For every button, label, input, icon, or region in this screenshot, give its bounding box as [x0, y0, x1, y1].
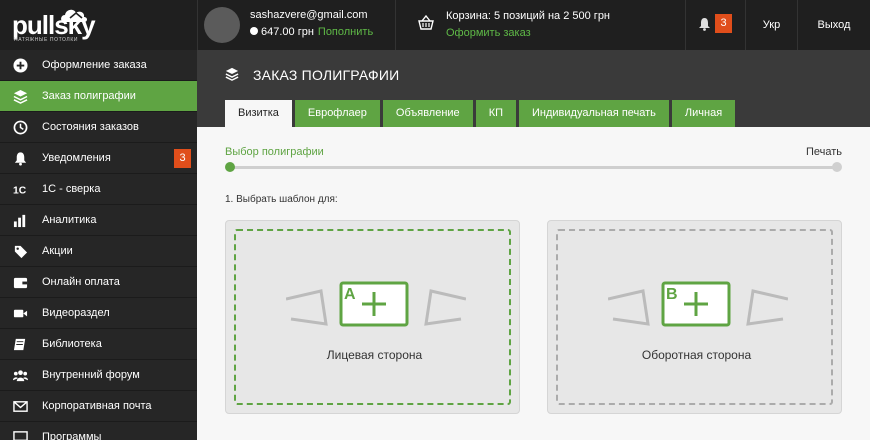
- tab-kp[interactable]: КП: [475, 100, 517, 127]
- sidebar-item-1c[interactable]: 1C 1С - сверка: [0, 174, 197, 205]
- main-area: ЗАКАЗ ПОЛИГРАФИИ Визитка Еврофлаер Объяв…: [197, 50, 870, 440]
- plus-circle-icon: [13, 58, 28, 73]
- front-side-card[interactable]: A Лицевая сторона: [225, 220, 520, 414]
- add-template-back-icon: B: [608, 281, 788, 327]
- top-bar: pullsky НАТЯЖНЫЕ ПОТОЛКИ sashazvere@gmai…: [0, 0, 870, 50]
- tab-euroflyer[interactable]: Еврофлаер: [294, 100, 380, 127]
- front-letter: A: [344, 286, 356, 303]
- notifications-button[interactable]: 3: [686, 0, 746, 50]
- notification-count-badge: 3: [715, 14, 732, 33]
- logout-button[interactable]: Выход: [798, 0, 870, 50]
- back-drop-zone[interactable]: B Оборотная сторона: [556, 229, 833, 405]
- progress-track: [229, 166, 838, 169]
- avatar[interactable]: [204, 7, 240, 43]
- progress-end-label: Печать: [805, 146, 842, 158]
- sidebar: Оформление заказа Заказ полиграфии Состо…: [0, 50, 197, 440]
- back-side-label: Оборотная сторона: [641, 348, 752, 362]
- sidebar-item-online-payment[interactable]: Онлайн оплата: [0, 267, 197, 298]
- envelope-icon: [13, 401, 28, 412]
- video-camera-icon: [13, 309, 28, 318]
- sidebar-item-label: Внутренний форум: [42, 369, 140, 381]
- sidebar-item-label: Библиотека: [42, 338, 102, 350]
- page-header: ЗАКАЗ ПОЛИГРАФИИ Визитка Еврофлаер Объяв…: [197, 50, 870, 127]
- sidebar-item-promotions[interactable]: Акции: [0, 236, 197, 267]
- checkout-link[interactable]: Оформить заказ: [446, 27, 531, 39]
- sidebar-item-label: Видеораздел: [42, 307, 110, 319]
- monitor-icon: [13, 431, 28, 440]
- sidebar-item-analytics[interactable]: Аналитика: [0, 205, 197, 236]
- user-balance: 647.00 грн Пополнить: [250, 26, 373, 38]
- back-letter: B: [666, 286, 678, 303]
- sidebar-item-printing[interactable]: Заказ полиграфии: [0, 81, 197, 112]
- bell-icon: [14, 152, 27, 166]
- bar-chart-icon: [13, 214, 26, 228]
- sidebar-item-label: Программы: [42, 431, 102, 440]
- sidebar-item-label: Оформление заказа: [42, 59, 147, 71]
- cart-panel: Корзина: 5 позиций на 2 500 грн Оформить…: [396, 0, 686, 50]
- front-side-label: Лицевая сторона: [326, 348, 423, 362]
- cart-summary: Корзина: 5 позиций на 2 500 грн: [446, 10, 611, 22]
- balance-value: 647.00 грн: [261, 26, 314, 38]
- sidebar-item-order-status[interactable]: Состояния заказов: [0, 112, 197, 143]
- 1c-icon: 1C: [13, 185, 27, 196]
- add-template-front-icon: A: [286, 281, 466, 327]
- notification-count-badge: 3: [174, 149, 191, 168]
- sidebar-item-library[interactable]: Библиотека: [0, 329, 197, 360]
- progress-start-dot: [225, 162, 235, 172]
- back-side-card[interactable]: B Оборотная сторона: [547, 220, 842, 414]
- progress-start-label: Выбор полиграфии: [225, 146, 324, 158]
- sidebar-item-label: Аналитика: [42, 214, 97, 226]
- topup-link[interactable]: Пополнить: [318, 26, 373, 38]
- sidebar-item-label: Состояния заказов: [42, 121, 139, 133]
- page-title: ЗАКАЗ ПОЛИГРАФИИ: [253, 67, 400, 83]
- wallet-icon: [13, 277, 28, 289]
- brand-logo[interactable]: pullsky НАТЯЖНЫЕ ПОТОЛКИ: [12, 6, 192, 46]
- content-panel: Выбор полиграфии Печать 1. Выбрать шабло…: [197, 127, 870, 440]
- user-email: sashazvere@gmail.com: [250, 9, 368, 21]
- coins-icon: [250, 27, 258, 35]
- tag-icon: [14, 245, 28, 259]
- tab-personal[interactable]: Личная: [671, 100, 736, 127]
- sidebar-item-label: Уведомления: [42, 152, 111, 164]
- tab-announcement[interactable]: Объявление: [382, 100, 473, 127]
- sidebar-item-label: Акции: [42, 245, 73, 257]
- sidebar-item-order[interactable]: Оформление заказа: [0, 50, 197, 81]
- clock-icon: [13, 120, 28, 135]
- bell-icon: [699, 18, 710, 31]
- progress-end-dot: [832, 162, 842, 172]
- svg-text:1C: 1C: [13, 185, 27, 196]
- sidebar-item-label: Онлайн оплата: [42, 276, 120, 288]
- layers-icon: [225, 67, 239, 81]
- tab-bar: Визитка Еврофлаер Объявление КП Индивиду…: [225, 100, 736, 127]
- language-switch[interactable]: Укр: [746, 0, 798, 50]
- tab-custom-print[interactable]: Индивидуальная печать: [519, 100, 669, 127]
- user-panel: sashazvere@gmail.com 647.00 грн Пополнить: [197, 0, 396, 50]
- users-icon: [13, 370, 28, 382]
- front-drop-zone[interactable]: A Лицевая сторона: [234, 229, 511, 405]
- brand-tagline: НАТЯЖНЫЕ ПОТОЛКИ: [14, 37, 79, 43]
- sidebar-item-video[interactable]: Видеораздел: [0, 298, 197, 329]
- sidebar-item-label: 1С - сверка: [42, 183, 101, 195]
- book-icon: [13, 338, 26, 351]
- sidebar-item-label: Корпоративная почта: [42, 400, 152, 412]
- layers-icon: [13, 89, 28, 104]
- sidebar-item-forum[interactable]: Внутренний форум: [0, 360, 197, 391]
- basket-icon[interactable]: [418, 15, 434, 31]
- sidebar-item-mail[interactable]: Корпоративная почта: [0, 391, 197, 422]
- tab-business-card[interactable]: Визитка: [225, 100, 292, 127]
- sidebar-item-programs[interactable]: Программы: [0, 422, 197, 440]
- cloud-logo-icon: [61, 9, 87, 22]
- template-prompt: 1. Выбрать шаблон для:: [225, 194, 338, 205]
- sidebar-item-label: Заказ полиграфии: [42, 90, 136, 102]
- sidebar-item-notifications[interactable]: Уведомления 3: [0, 143, 197, 174]
